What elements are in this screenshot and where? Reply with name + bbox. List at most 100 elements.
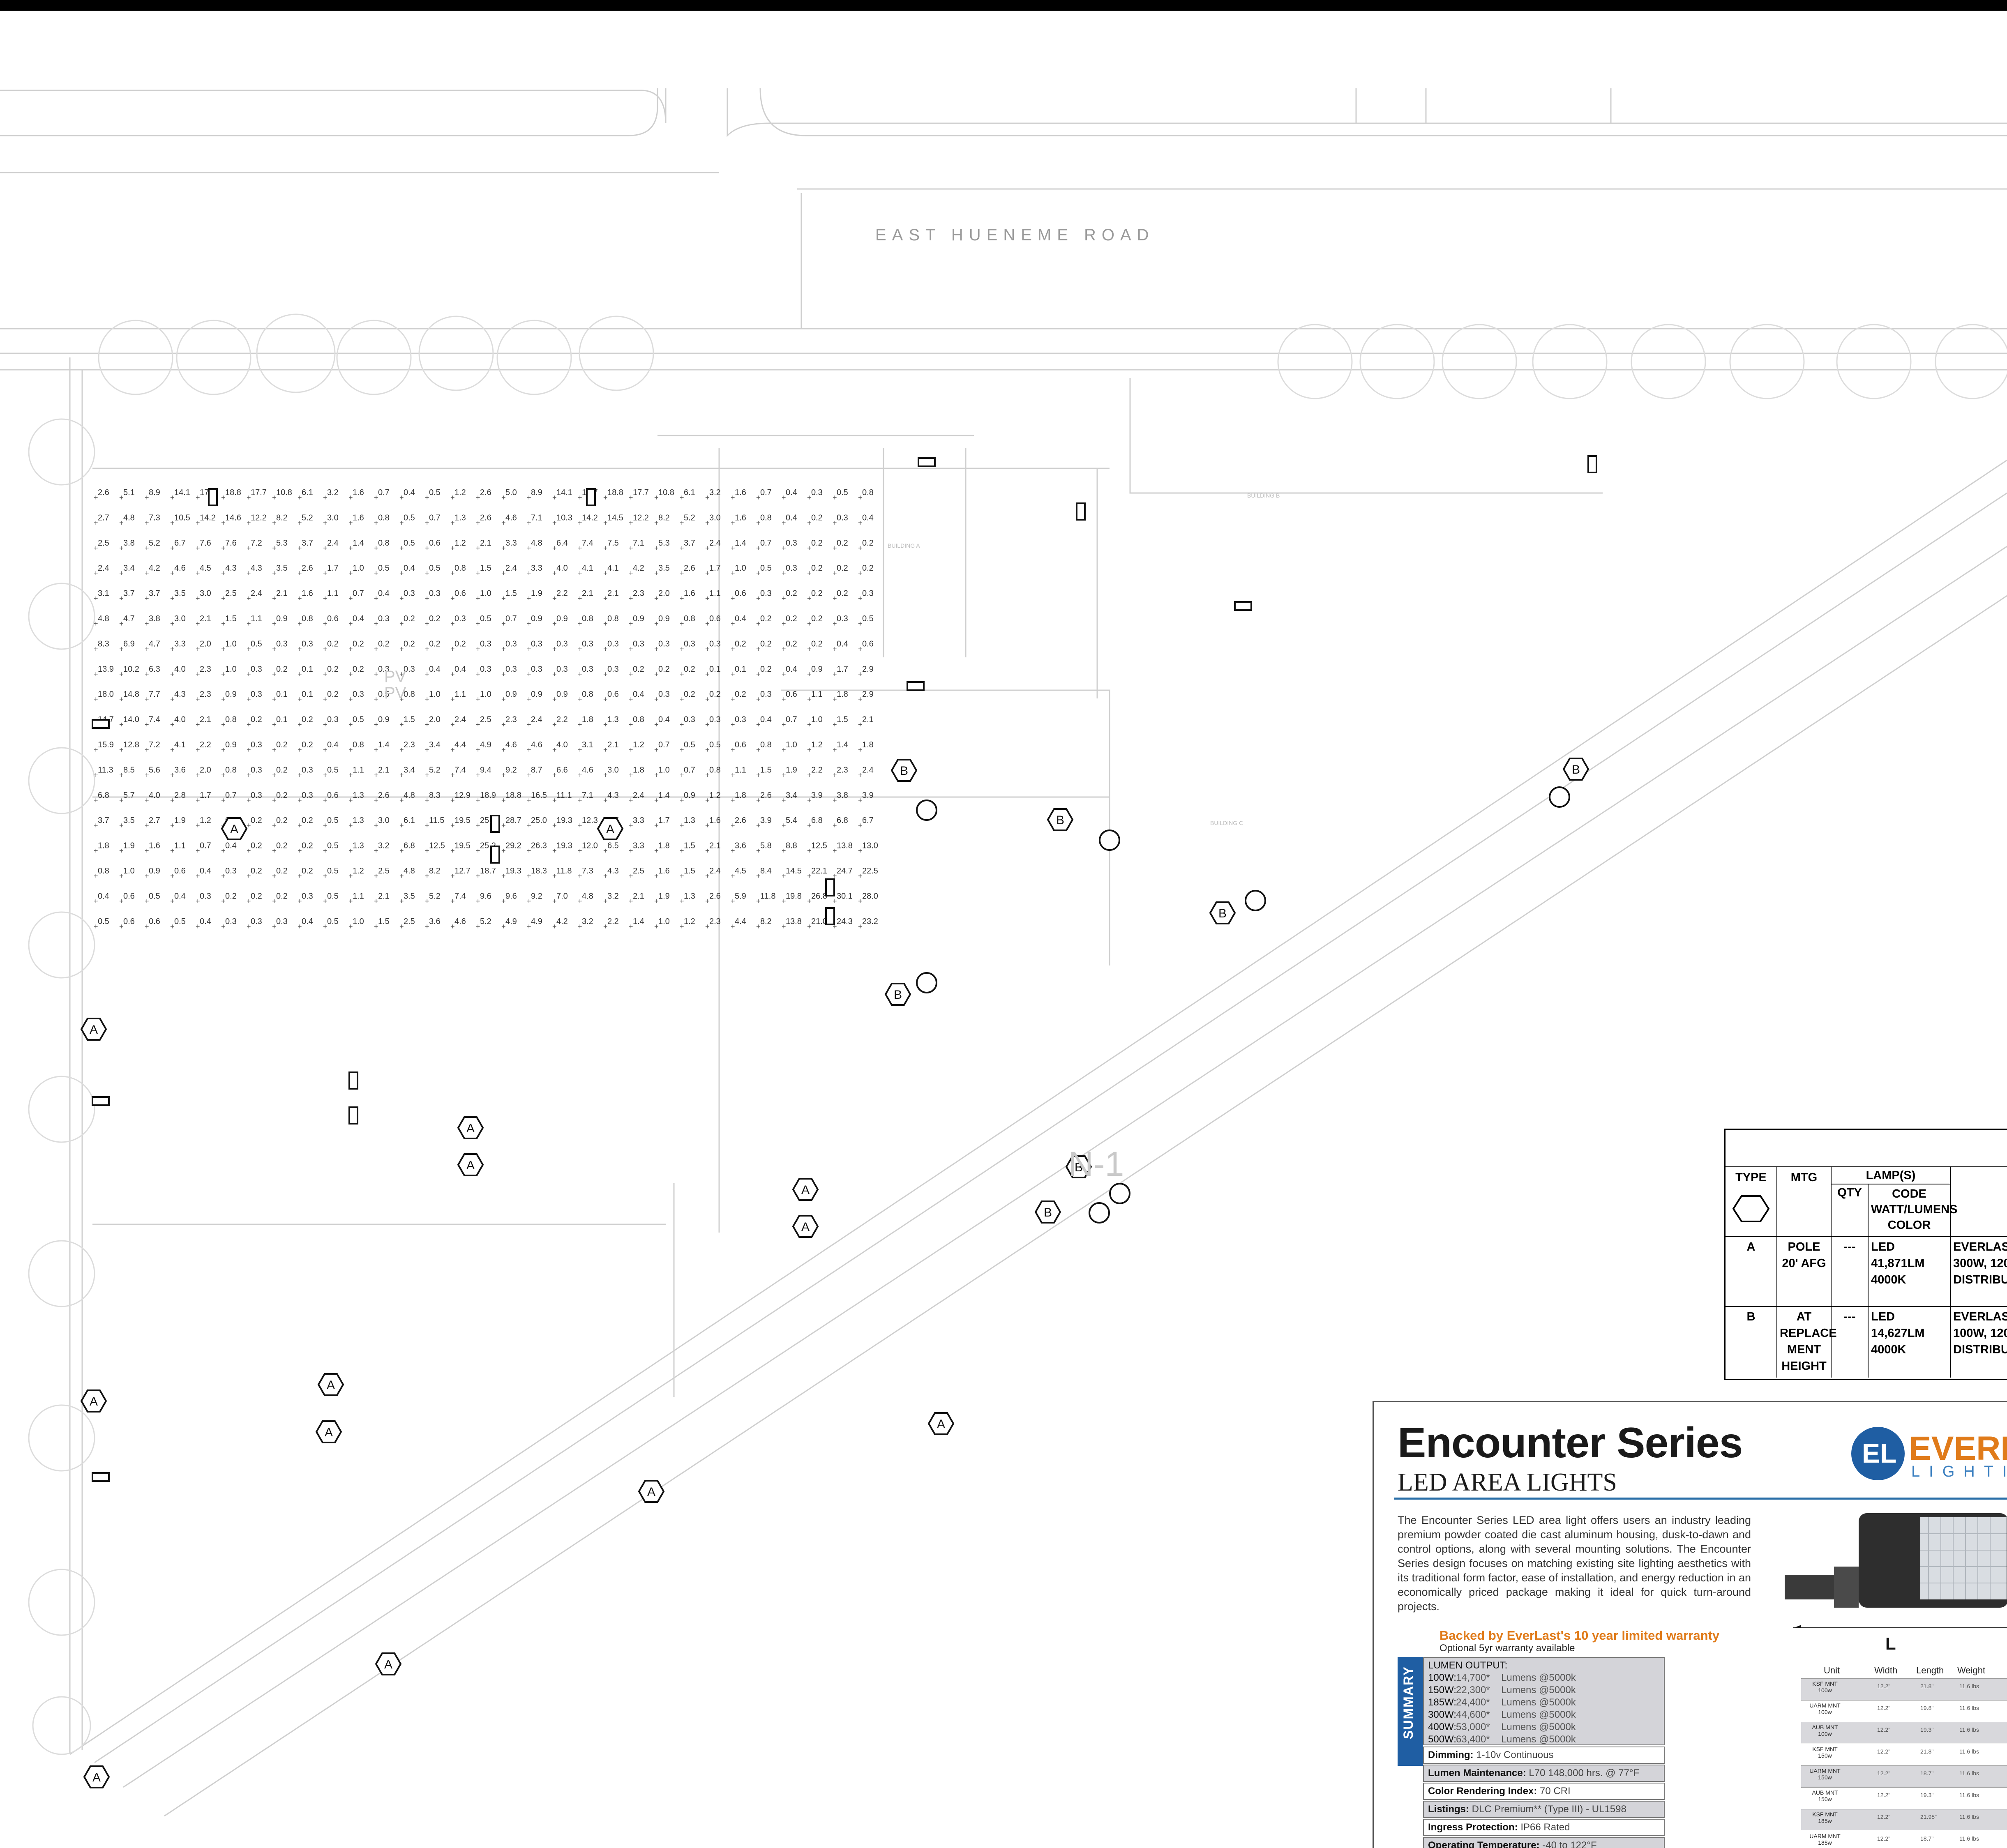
brand-name: EVERLAST (1909, 1430, 2007, 1467)
dim-length: 19.3" (1920, 1792, 1934, 1798)
grid-point-marker: + (756, 544, 761, 552)
illuminance-value: 0.3 (531, 639, 542, 648)
grid-point-marker: + (705, 620, 710, 628)
illuminance-value: 2.1 (607, 589, 619, 598)
grid-point-marker: + (807, 847, 812, 855)
illuminance-value: 7.3 (582, 866, 593, 876)
grid-point-marker: + (323, 569, 328, 577)
illuminance-value: 4.8 (404, 866, 415, 876)
grid-point-marker: + (145, 897, 149, 905)
grid-point-marker: + (170, 922, 175, 931)
grid-point-marker: + (654, 620, 659, 628)
illuminance-value: 0.3 (378, 614, 390, 623)
illuminance-value: 3.1 (582, 740, 593, 749)
grid-point-marker: + (272, 721, 277, 729)
fixture-type-b-icon-label: B (1218, 907, 1227, 920)
grid-point-marker: + (756, 847, 761, 855)
luminaire-head-icon (490, 846, 500, 864)
illuminance-value: 0.2 (735, 690, 746, 699)
lumen-watt: 500W: (1428, 1734, 1456, 1745)
grid-point-marker: + (705, 569, 710, 577)
illuminance-value: 0.5 (327, 892, 339, 901)
illuminance-value: 4.3 (607, 866, 619, 876)
grid-point-marker: + (731, 493, 735, 502)
lumen-value: 14,700* (1456, 1672, 1490, 1683)
grid-point-marker: + (756, 670, 761, 678)
illuminance-value: 13.0 (862, 841, 878, 850)
grid-point-marker: + (247, 721, 251, 729)
illuminance-value: 7.4 (582, 539, 593, 548)
grid-point-marker: + (221, 594, 226, 603)
illuminance-value: 0.5 (684, 740, 695, 749)
illuminance-value: 3.3 (505, 539, 517, 548)
grid-point-marker: + (323, 821, 328, 830)
illuminance-value: 0.8 (684, 614, 695, 623)
grid-point-marker: + (858, 771, 863, 779)
grid-point-marker: + (399, 493, 404, 502)
grid-point-marker: + (196, 594, 200, 603)
grid-point-marker: + (196, 670, 200, 678)
grid-point-marker: + (833, 796, 837, 804)
illuminance-value: 3.5 (658, 564, 670, 573)
illuminance-value: 4.0 (174, 665, 186, 674)
grid-point-marker: + (323, 746, 328, 754)
grid-point-marker: + (807, 922, 812, 931)
grid-point-marker: + (858, 594, 863, 603)
grid-point-marker: + (145, 922, 149, 931)
grid-point-marker: + (119, 569, 124, 577)
grid-point-marker: + (348, 721, 353, 729)
illuminance-value: 3.3 (174, 639, 186, 648)
grid-point-marker: + (450, 771, 455, 779)
illuminance-value: 0.2 (276, 791, 288, 800)
grid-point-marker: + (425, 569, 429, 577)
illuminance-value: 0.2 (862, 564, 874, 573)
grid-point-marker: + (323, 847, 328, 855)
grid-point-marker: + (858, 922, 863, 931)
grid-point-marker: + (221, 746, 226, 754)
illuminance-value: 0.2 (786, 639, 797, 648)
grid-point-marker: + (476, 847, 480, 855)
illuminance-value: 6.1 (404, 816, 415, 825)
grid-point-marker: + (170, 746, 175, 754)
grid-point-marker: + (552, 721, 557, 729)
illuminance-value: 2.4 (251, 589, 262, 598)
spec-label: Ingress Protection: (1428, 1822, 1521, 1833)
grid-point-marker: + (629, 847, 633, 855)
illuminance-value: 3.8 (149, 614, 160, 623)
grid-point-marker: + (196, 796, 200, 804)
illuminance-value: 2.0 (200, 765, 211, 774)
illuminance-value: 0.2 (276, 765, 288, 774)
grid-point-marker: + (731, 796, 735, 804)
grid-point-marker: + (374, 645, 378, 653)
grid-point-marker: + (247, 670, 251, 678)
grid-point-marker: + (323, 796, 328, 804)
grid-point-marker: + (552, 922, 557, 931)
schedule-row-b-mtg: AT REPLACE MENT HEIGHT (1777, 1307, 1837, 1378)
fixture-type-b-icon-label: B (900, 764, 908, 778)
grid-point-marker: + (807, 721, 812, 729)
illuminance-value: 1.3 (454, 513, 466, 522)
illuminance-value: 3.4 (123, 564, 135, 573)
dim-unit-line: 150w (1818, 1796, 1832, 1802)
grid-point-marker: + (476, 594, 480, 603)
grid-point-marker: + (680, 746, 684, 754)
illuminance-value: 24.7 (837, 866, 853, 876)
illuminance-value: 1.1 (174, 841, 186, 850)
illuminance-value: 4.3 (225, 564, 237, 573)
grid-point-marker: + (348, 493, 353, 502)
illuminance-value: 0.1 (735, 665, 746, 674)
grid-point-marker: + (476, 746, 480, 754)
grid-point-marker: + (578, 544, 582, 552)
grid-point-marker: + (119, 922, 124, 931)
lumen-row: 100W:14,700* Lumens @5000k (1428, 1672, 1660, 1684)
illuminance-value: 1.2 (200, 816, 211, 825)
grid-point-marker: + (170, 620, 175, 628)
illuminance-value: 5.9 (735, 892, 746, 901)
lumen-note: Lumens @5000k (1501, 1684, 1576, 1696)
grid-point-marker: + (298, 847, 302, 855)
grid-point-marker: + (298, 872, 302, 880)
spec-value: -40 to 122°F (1542, 1840, 1597, 1848)
grid-point-marker: + (603, 594, 608, 603)
grid-point-marker: + (680, 796, 684, 804)
grid-point-marker: + (272, 872, 277, 880)
